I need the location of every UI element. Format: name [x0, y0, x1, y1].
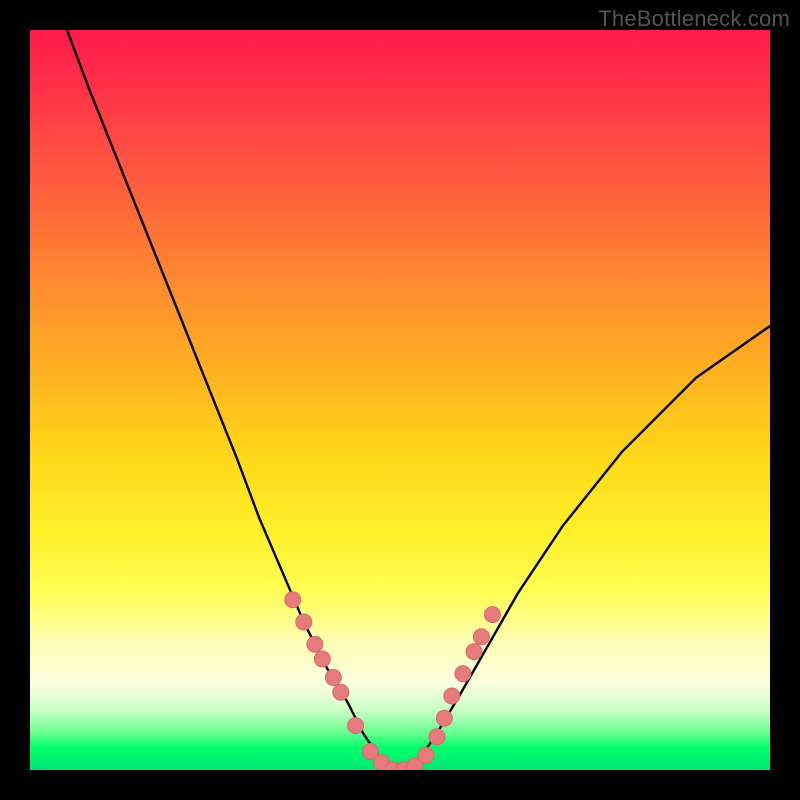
marker-point	[333, 684, 349, 700]
watermark-text: TheBottleneck.com	[598, 6, 790, 32]
marker-point	[285, 592, 301, 608]
chart-overlay	[30, 30, 770, 770]
marker-point	[418, 747, 434, 763]
marker-point	[348, 718, 364, 734]
marker-point	[325, 670, 341, 686]
marker-point	[429, 729, 445, 745]
marker-point	[314, 651, 330, 667]
marker-point	[473, 629, 489, 645]
marker-point	[455, 666, 471, 682]
marker-point	[444, 688, 460, 704]
marker-point	[485, 607, 501, 623]
bottleneck-curve	[67, 30, 770, 770]
marker-point	[296, 614, 312, 630]
plot-area	[30, 30, 770, 770]
chart-stage: TheBottleneck.com	[0, 0, 800, 800]
marker-point	[436, 710, 452, 726]
marker-point	[307, 636, 323, 652]
marker-point	[466, 644, 482, 660]
